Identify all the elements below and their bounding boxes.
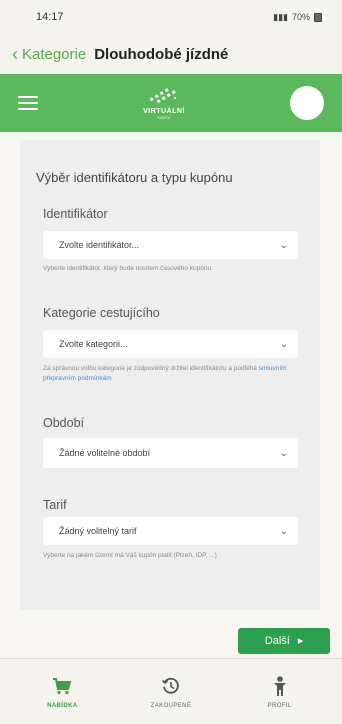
battery-icon (314, 12, 322, 22)
back-label: Kategorie (22, 45, 87, 63)
status-time: 14:17 (36, 11, 64, 23)
back-button[interactable]: ‹ Kategorie (12, 45, 86, 63)
logo-subtext: KARTA (157, 115, 171, 120)
category-select[interactable]: Zvolte kategorii... ⌄ (43, 330, 298, 358)
chevron-down-icon: ⌄ (279, 338, 288, 350)
form-title: Výběr identifikátoru a typu kupónu (36, 170, 233, 185)
category-help-text: Za správnou volbu kategorie je zodpovědn… (43, 365, 257, 372)
next-button-label: Další (264, 635, 290, 647)
play-arrow-icon: ▶ (297, 638, 304, 645)
app-header: VIRTUÁLNÍ KARTA (0, 74, 342, 132)
tab-purchased-label: ZAKOUPENÉ (150, 702, 192, 709)
app-logo: VIRTUÁLNÍ KARTA (143, 86, 185, 120)
chevron-down-icon: ⌄ (279, 447, 288, 459)
person-icon (269, 675, 291, 697)
next-button[interactable]: Další ▶ (238, 628, 330, 654)
tariff-select-value: Žádný volitelný tarif (59, 526, 137, 536)
logo-mark-icon (149, 88, 177, 104)
tab-offer-label: NABÍDKA (47, 702, 78, 709)
avatar[interactable] (290, 86, 324, 120)
tariff-select[interactable]: Žádný volitelný tarif ⌄ (43, 517, 298, 545)
status-indicators: ▮▮▮ 70% (273, 12, 322, 23)
chevron-down-icon: ⌄ (279, 239, 288, 251)
period-label: Období (43, 416, 85, 430)
category-help: Za správnou volbu kategorie je zodpovědn… (43, 364, 298, 384)
menu-icon[interactable] (18, 96, 38, 110)
logo-text: VIRTUÁLNÍ (143, 108, 185, 115)
category-select-value: Zvolte kategorii... (59, 339, 128, 349)
history-icon (160, 675, 182, 697)
period-select[interactable]: Žádné volitelné období ⌄ (43, 438, 298, 468)
cart-icon (51, 675, 73, 697)
status-bar: 14:17 ▮▮▮ 70% (0, 0, 342, 34)
chevron-left-icon: ‹ (12, 44, 18, 64)
battery-level: 70% (291, 12, 310, 22)
chevron-down-icon: ⌄ (279, 525, 288, 537)
tariff-help: Vyberte na jakém území má Váš kupón plat… (43, 552, 217, 559)
period-select-value: Žádné volitelné období (59, 448, 151, 458)
identifier-select-value: Zvolte identifikátor... (59, 240, 140, 250)
tariff-label: Tarif (43, 498, 67, 512)
tab-profile[interactable]: PROFIL (230, 675, 330, 709)
navigation-bar: ‹ Kategorie Dlouhodobé jízdné (0, 34, 342, 74)
category-label: Kategorie cestujícího (43, 306, 160, 320)
page-title: Dlouhodobé jízdné (94, 45, 229, 63)
identifier-select[interactable]: Zvolte identifikátor... ⌄ (43, 231, 298, 259)
tab-offer[interactable]: NABÍDKA (12, 675, 112, 709)
tab-purchased[interactable]: ZAKOUPENÉ (121, 675, 221, 709)
bottom-navigation: NABÍDKA ZAKOUPENÉ PROFIL (0, 658, 342, 724)
identifier-help: Vyberte identifikátor, který bude nosite… (43, 265, 213, 272)
tab-profile-label: PROFIL (267, 702, 292, 709)
identifier-label: Identifikátor (43, 207, 108, 221)
signal-icon: ▮▮▮ (273, 11, 288, 22)
